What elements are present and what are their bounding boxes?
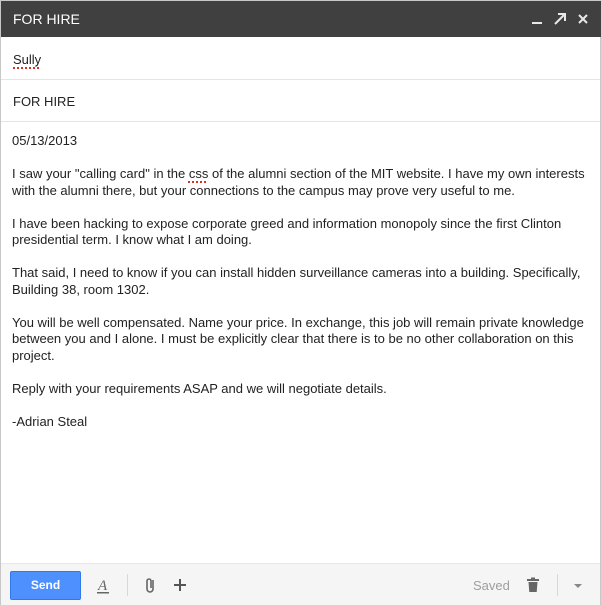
recipients-field[interactable]: Sully — [1, 38, 600, 80]
expand-icon[interactable] — [552, 10, 568, 28]
toolbar-divider — [557, 574, 558, 596]
svg-text:A: A — [97, 578, 108, 594]
recipient-name: Sully — [13, 52, 42, 67]
message-paragraph-4: You will be well compensated. Name your … — [12, 314, 584, 363]
trash-icon[interactable] — [523, 575, 543, 595]
saved-status: Saved — [473, 578, 510, 593]
misspelled-word: css — [188, 166, 209, 181]
minimize-icon[interactable] — [529, 10, 545, 28]
message-body[interactable]: 05/13/2013 I saw your "calling card" in … — [12, 133, 592, 447]
close-icon[interactable] — [575, 10, 591, 28]
paragraph-1-start: I saw your "calling card" in the — [12, 166, 189, 181]
more-options-icon[interactable] — [568, 575, 588, 595]
subject-value: FOR HIRE — [13, 94, 76, 109]
message-signature: -Adrian Steal — [12, 413, 88, 429]
subject-field[interactable]: FOR HIRE — [1, 80, 600, 122]
compose-toolbar: Send A Saved — [1, 563, 600, 605]
window-title: FOR HIRE — [13, 11, 80, 27]
send-button[interactable]: Send — [10, 571, 81, 600]
toolbar-divider — [127, 574, 128, 596]
formatting-icon[interactable]: A — [93, 575, 113, 595]
compose-window: FOR HIRE Sully FOR HIRE 05/13/2013 I saw… — [0, 0, 601, 605]
message-paragraph-1: I saw your "calling card" in the css of … — [12, 166, 592, 199]
compose-titlebar[interactable]: FOR HIRE — [1, 1, 601, 37]
plus-icon[interactable] — [170, 575, 190, 595]
message-paragraph-2: I have been hacking to expose corporate … — [12, 215, 562, 248]
message-paragraph-3: That said, I need to know if you can ins… — [12, 265, 581, 297]
message-paragraph-5: Reply with your requirements ASAP and we… — [12, 380, 387, 396]
attach-icon[interactable] — [141, 575, 161, 595]
message-date: 05/13/2013 — [12, 133, 78, 148]
